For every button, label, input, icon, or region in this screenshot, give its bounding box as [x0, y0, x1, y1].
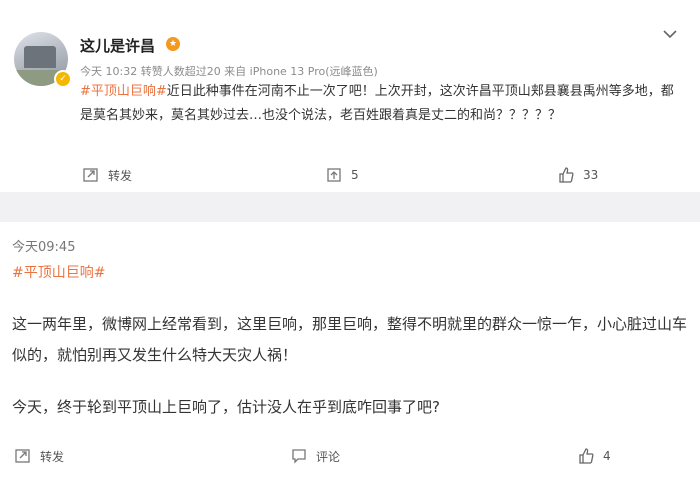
repost-label: 转发	[108, 168, 133, 183]
like-button[interactable]: 4	[577, 447, 611, 465]
post-text: #平顶山巨响#近日此种事件在河南不止一次了吧！上次开封，这次许昌平顶山郏县襄县禹…	[80, 80, 685, 128]
comment-icon	[327, 168, 341, 182]
comment-button[interactable]: 评论	[290, 447, 340, 465]
repost-icon	[15, 449, 30, 463]
thumbs-up-icon	[579, 448, 594, 464]
post-card-1: ✓ 这儿是许昌 ★ 今天 10:32 转赞人数超过20 来自 iPhone 13…	[0, 0, 700, 192]
comment-icon	[292, 449, 306, 464]
like-count: 33	[583, 168, 599, 182]
post-time: 今天09:45	[12, 240, 76, 255]
gold-badge-icon: ★	[166, 37, 180, 51]
verified-badge-icon: ✓	[54, 70, 72, 88]
post-meta: 今天 10:32 转赞人数超过20 来自 iPhone 13 Pro(远峰蓝色)	[80, 65, 378, 78]
post-paragraph-2: 今天，终于轮到平顶山上巨响了，估计没人在乎到底咋回事了吧?	[12, 398, 440, 416]
comment-label: 评论	[316, 449, 341, 464]
chevron-down-icon[interactable]	[662, 26, 678, 42]
repost-label: 转发	[40, 449, 65, 464]
comment-button[interactable]: 5	[325, 166, 359, 184]
like-button[interactable]: 33	[557, 166, 598, 184]
username[interactable]: 这儿是许昌	[80, 35, 155, 56]
thumbs-up-icon	[559, 167, 574, 183]
post-body: 近日此种事件在河南不止一次了吧！上次开封，这次许昌平顶山郏县襄县禹州等多地，都是…	[80, 84, 674, 123]
like-count: 4	[603, 449, 611, 463]
comment-count: 5	[351, 168, 359, 182]
action-bar: 转发 5 33	[0, 162, 700, 192]
hashtag-link[interactable]: #平顶山巨响#	[12, 262, 105, 282]
repost-button[interactable]: 转发	[82, 166, 132, 184]
hashtag-link[interactable]: #平顶山巨响#	[80, 84, 167, 99]
post-card-2: 今天09:45 #平顶山巨响# 这一两年里，微博网上经常看到，这里巨响，那里巨响…	[0, 222, 700, 484]
repost-button[interactable]: 转发	[14, 447, 64, 465]
action-bar: 转发 评论 4	[0, 441, 700, 471]
repost-icon	[83, 168, 98, 182]
post-paragraph-1: 这一两年里，微博网上经常看到，这里巨响，那里巨响，整得不明就里的群众一惊一乍，小…	[12, 315, 688, 364]
